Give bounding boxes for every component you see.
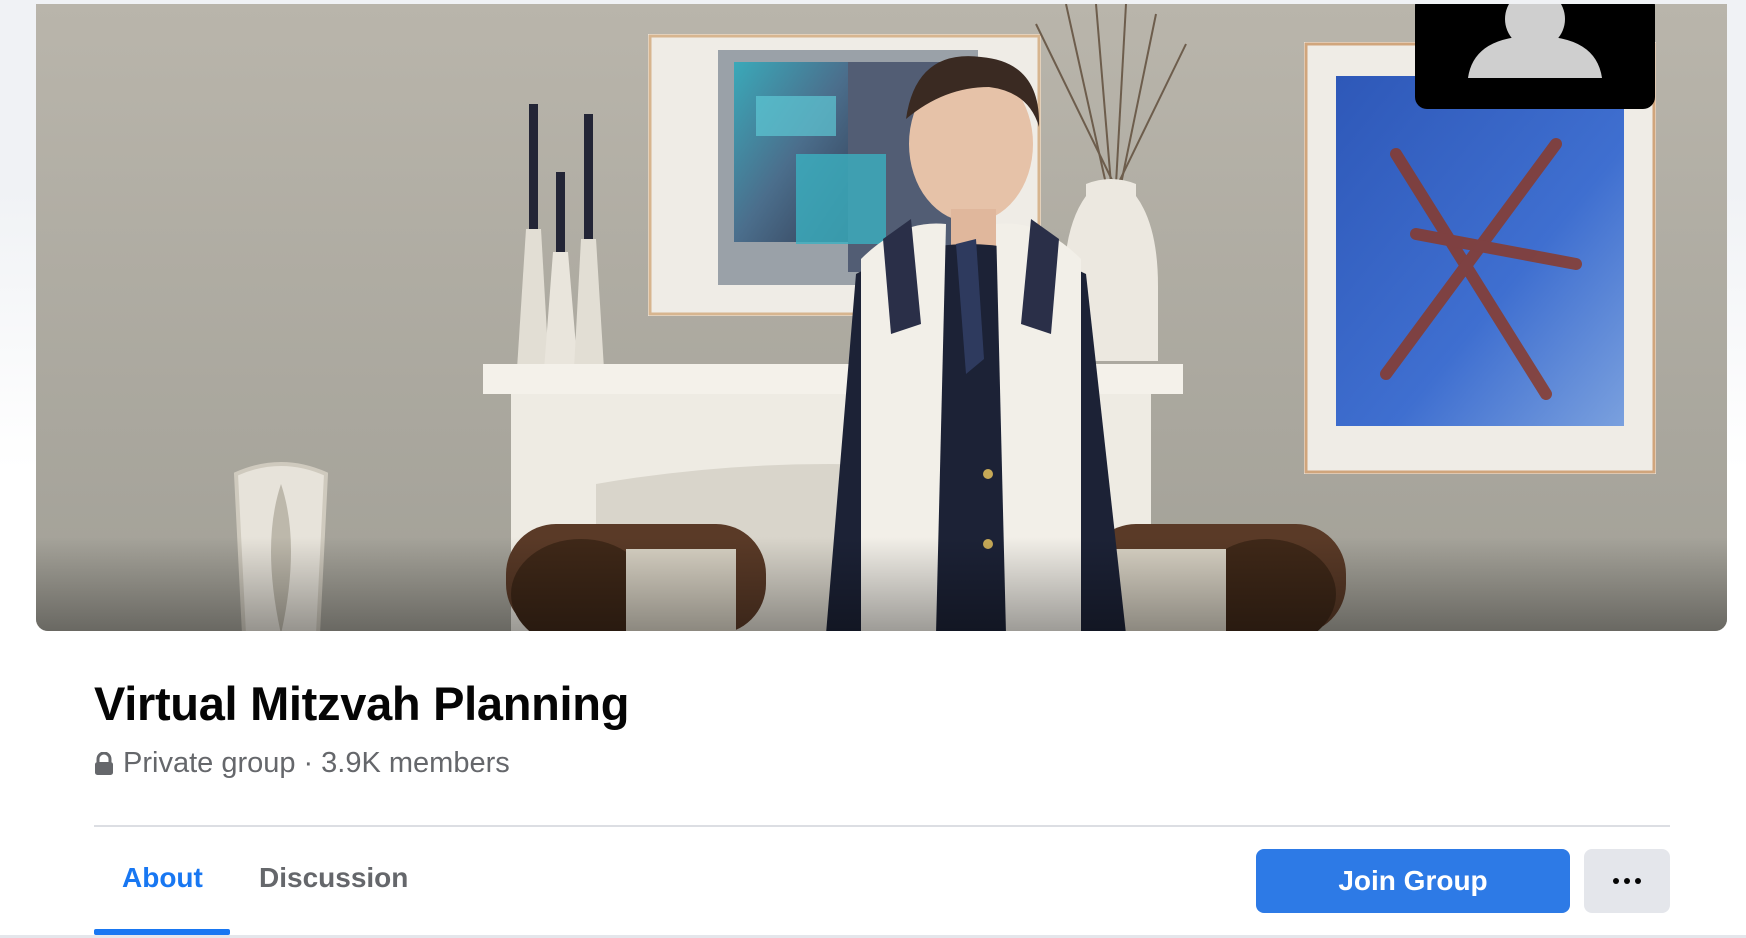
ellipsis-icon bbox=[1611, 878, 1644, 884]
meta-separator: · bbox=[303, 747, 314, 779]
lock-icon bbox=[94, 751, 114, 775]
member-count[interactable]: 3.9K members bbox=[321, 747, 510, 780]
header-divider bbox=[94, 825, 1670, 827]
more-options-button[interactable] bbox=[1584, 849, 1670, 913]
tab-discussion[interactable]: Discussion bbox=[259, 862, 408, 894]
group-cover-photo[interactable] bbox=[36, 4, 1727, 631]
group-page: Virtual Mitzvah Planning Private group ·… bbox=[0, 0, 1746, 938]
join-group-button[interactable]: Join Group bbox=[1256, 849, 1570, 913]
group-title: Virtual Mitzvah Planning bbox=[94, 677, 630, 730]
tab-about[interactable]: About bbox=[122, 862, 203, 894]
privacy-label: Private group bbox=[123, 747, 296, 779]
group-meta: Private group · 3.9K members bbox=[94, 747, 510, 780]
